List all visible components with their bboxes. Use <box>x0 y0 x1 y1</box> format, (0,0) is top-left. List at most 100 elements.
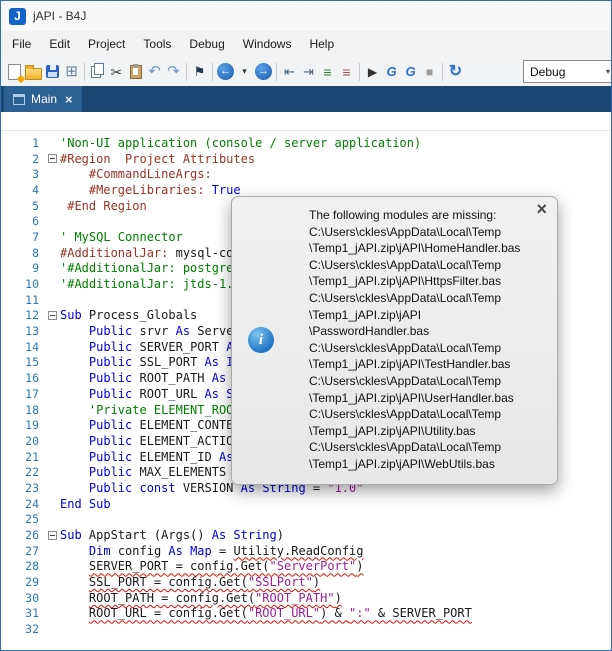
missing-module-path: C:\Users\ckles\AppData\Local\Temp <box>309 373 551 390</box>
code-token: ) <box>335 591 342 605</box>
menu-help[interactable]: Help <box>300 33 343 55</box>
code-token: ' MySQL Connector <box>60 230 183 244</box>
goto-next-position-button[interactable]: G <box>401 60 420 83</box>
code-text[interactable]: ' MySQL Connector <box>60 230 183 244</box>
new-icon <box>8 64 21 80</box>
menu-debug[interactable]: Debug <box>180 33 233 55</box>
code-token: End Sub <box>60 497 111 511</box>
code-token: True <box>212 183 241 197</box>
tab-main[interactable]: Main × <box>4 86 82 112</box>
code-text[interactable]: 'Non-UI application (console / server ap… <box>60 136 421 150</box>
info-icon: i <box>248 327 274 353</box>
navigation-history-dropdown[interactable]: ▾ <box>235 60 254 83</box>
code-text[interactable]: ROOT_PATH = config.Get("ROOT_PATH") <box>60 591 342 605</box>
chevron-down-icon[interactable]: ▾ <box>600 67 612 76</box>
outdent-button[interactable]: ⇤ <box>280 60 299 83</box>
save-icon <box>46 65 59 78</box>
code-text[interactable]: #MergeLibraries: True <box>60 183 241 197</box>
caret-icon: ▾ <box>242 67 247 76</box>
paste-icon <box>130 65 142 79</box>
code-text[interactable]: SSL_PORT = config.Get("SSLPort") <box>60 575 320 589</box>
code-token: Sub <box>60 308 82 322</box>
code-token <box>60 403 89 417</box>
code-token: Public <box>89 450 132 464</box>
code-line: 32 <box>1 621 611 637</box>
cut-icon: ✂ <box>111 65 123 79</box>
new-file-button[interactable] <box>5 60 24 83</box>
stop-button[interactable]: ■ <box>420 60 439 83</box>
redo-button[interactable]: ↷ <box>164 60 183 83</box>
comment-button[interactable]: ≡ <box>318 60 337 83</box>
code-token: ) <box>313 575 320 589</box>
code-text[interactable]: #End Region <box>60 199 147 213</box>
editor-divider <box>1 130 611 131</box>
code-line: 1'Non-UI application (console / server a… <box>1 135 611 151</box>
code-text[interactable]: Sub Process_Globals <box>60 308 197 322</box>
cut-button[interactable]: ✂ <box>107 60 126 83</box>
build-configuration-value: Debug <box>524 65 600 79</box>
code-text[interactable]: #CommandLineArgs: <box>60 167 212 181</box>
paste-button[interactable] <box>126 60 145 83</box>
title-bar: J jAPI - B4J <box>1 1 611 31</box>
code-token: Public <box>89 387 132 401</box>
bookmark-button[interactable]: ⚑ <box>190 60 209 83</box>
outdent-icon: ⇤ <box>284 65 295 78</box>
menu-windows[interactable]: Windows <box>234 33 301 55</box>
code-token: ROOT_PATH = config.Get( <box>89 591 255 605</box>
code-text[interactable]: ROOT_URL = config.Get("ROOT_URL") & ":" … <box>60 606 472 620</box>
fold-collapse-icon[interactable] <box>48 311 57 320</box>
copy-button[interactable] <box>88 60 107 83</box>
circle-forward-icon: → <box>255 63 272 80</box>
tab-close-icon[interactable]: × <box>65 92 73 107</box>
run-button[interactable]: ▶ <box>363 60 382 83</box>
code-text[interactable]: #Region Project Attributes <box>60 152 255 166</box>
navigate-back-button[interactable]: ← <box>216 60 235 83</box>
code-text[interactable]: Dim config As Map = Utility.ReadConfig <box>60 544 364 558</box>
code-text[interactable]: SERVER_PORT = config.Get("ServerPort") <box>60 559 363 573</box>
code-token: SSL_PORT <box>132 355 204 369</box>
code-token: As String <box>212 528 277 542</box>
line-number: 28 <box>1 559 44 573</box>
indent-button[interactable]: ⇥ <box>299 60 318 83</box>
code-text[interactable]: Public srvr As Server <box>60 324 241 338</box>
code-token: #AdditionalJar: <box>60 246 168 260</box>
fold-collapse-icon[interactable] <box>48 154 57 163</box>
code-line: 27 Dim config As Map = Utility.ReadConfi… <box>1 543 611 559</box>
build-configuration-select[interactable]: Debug ▾ <box>523 60 612 83</box>
menu-file[interactable]: File <box>3 33 40 55</box>
fold-collapse-icon[interactable] <box>48 531 57 540</box>
line-number: 25 <box>1 512 44 526</box>
save-button[interactable] <box>43 60 62 83</box>
fold-column <box>44 154 60 163</box>
line-number: 7 <box>1 230 44 244</box>
code-text[interactable]: Public SSL_PORT As Int <box>60 355 248 369</box>
code-token <box>60 340 89 354</box>
goto-previous-position-button[interactable]: G <box>382 60 401 83</box>
undo-button[interactable]: ↶ <box>145 60 164 83</box>
code-token: #Region Project Attributes <box>60 152 255 166</box>
code-text[interactable]: End Sub <box>60 497 111 511</box>
line-number: 31 <box>1 606 44 620</box>
navigate-forward-button[interactable]: → <box>254 60 273 83</box>
line-number: 3 <box>1 167 44 181</box>
line-number: 20 <box>1 434 44 448</box>
code-token: ) <box>277 528 284 542</box>
code-token <box>60 387 89 401</box>
menu-tools[interactable]: Tools <box>134 33 180 55</box>
uncomment-button[interactable]: ≡ <box>337 60 356 83</box>
code-text[interactable]: Sub AppStart (Args() As String) <box>60 528 284 542</box>
menu-edit[interactable]: Edit <box>40 33 79 55</box>
package-button[interactable]: ⊞ <box>62 60 81 83</box>
code-token <box>60 591 89 605</box>
code-token <box>60 465 89 479</box>
missing-modules-tooltip: × i The following modules are missing: C… <box>231 196 558 485</box>
open-project-button[interactable] <box>24 60 43 83</box>
code-token <box>183 544 190 558</box>
line-number: 13 <box>1 324 44 338</box>
menu-bar: FileEditProjectToolsDebugWindowsHelp <box>1 31 611 57</box>
menu-project[interactable]: Project <box>79 33 134 55</box>
rebuild-button[interactable]: ↻ <box>446 60 465 83</box>
code-token: VERSION <box>176 481 241 495</box>
code-token: ":" <box>349 606 371 620</box>
line-number: 30 <box>1 591 44 605</box>
